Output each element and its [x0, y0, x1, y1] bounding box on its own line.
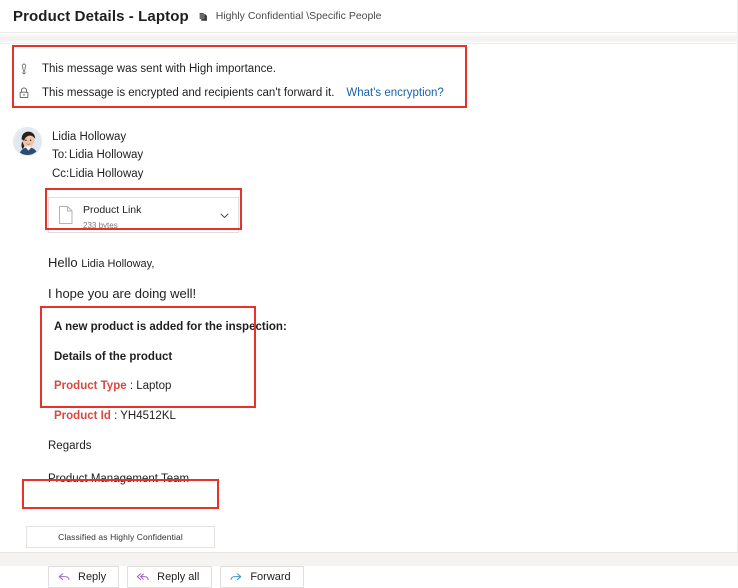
product-details-block: A new product is added for the inspectio… [54, 321, 738, 423]
reply-arrow-icon [57, 571, 71, 583]
message-body: Hello Lidia Holloway, I hope you are doi… [0, 233, 738, 485]
chevron-down-icon[interactable] [218, 209, 231, 222]
padlock-icon [16, 85, 32, 101]
detail-row-product-type: Product Type : Laptop [54, 380, 738, 393]
cc-label: Cc: [52, 168, 70, 180]
intro-paragraph: I hope you are doing well! [48, 286, 197, 301]
product-type-separator: : [126, 380, 137, 393]
reply-all-button[interactable]: Reply all [127, 565, 213, 588]
sender-lines: Lidia Holloway To: Lidia Holloway Cc:Lidi… [52, 127, 143, 184]
detail-row-product-id: Product Id : YH4512KL [54, 410, 738, 423]
product-id-separator: : [110, 409, 121, 422]
file-document-icon [58, 205, 74, 225]
sensitivity-label-group: Highly Confidential \Specific People [198, 10, 382, 23]
encryption-text: This message is encrypted and recipients… [42, 87, 335, 99]
attachment-card[interactable]: Product Link 233 bytes [48, 197, 239, 233]
reply-button-label: Reply [78, 570, 107, 583]
sender-name: Lidia Holloway [52, 131, 127, 143]
page-title: Product Details - Laptop [13, 7, 189, 25]
exclamation-icon [16, 61, 32, 77]
product-type-label: Product Type [54, 380, 127, 393]
sensitivity-label-text: Highly Confidential \Specific People [215, 10, 382, 22]
forward-button[interactable]: Forward [220, 565, 304, 588]
details-subheading: Details of the product [54, 350, 173, 363]
message-banner: This message was sent with High importan… [0, 51, 738, 113]
classification-text: Classified as Highly Confidential [58, 531, 183, 542]
reply-button[interactable]: Reply [48, 565, 120, 588]
banner-row-importance: This message was sent with High importan… [16, 57, 724, 81]
sensitivity-shield-icon [198, 11, 211, 24]
product-type-value: Laptop [136, 380, 172, 393]
attachment-meta: Product Link 233 bytes [83, 200, 218, 230]
product-id-value: YH4512KL [120, 409, 176, 422]
to-label: To: [52, 149, 68, 161]
sender-avatar-photo[interactable] [13, 127, 42, 156]
whats-encryption-link[interactable]: What's encryption? [346, 87, 443, 99]
product-id-label: Product Id [54, 409, 111, 422]
importance-text: This message was sent with High importan… [42, 63, 276, 75]
reply-all-button-label: Reply all [157, 570, 200, 583]
sender-block: Lidia Holloway To: Lidia Holloway Cc:Lidi… [0, 113, 738, 184]
reply-all-arrow-icon [136, 571, 150, 583]
cc-line: Cc:Lidia Holloway [52, 165, 143, 184]
signature-line: Product Management Team [48, 472, 190, 485]
signoff-line: Regards [48, 439, 92, 452]
window-bottom-bar [0, 552, 738, 566]
message-header: Product Details - Laptop Highly Confiden… [0, 0, 738, 32]
header-divider [0, 32, 738, 44]
greeting-line: Hello Lidia Holloway, [48, 255, 738, 270]
forward-button-label: Forward [250, 570, 291, 583]
to-line: To: Lidia Holloway [52, 146, 143, 165]
cc-value: Lidia Holloway [69, 168, 144, 180]
attachment-area: Product Link 233 bytes [0, 184, 738, 233]
greeting-name: Lidia Holloway, [81, 258, 155, 270]
to-value: Lidia Holloway [69, 149, 144, 161]
banner-row-encryption: This message is encrypted and recipients… [16, 81, 724, 105]
forward-arrow-icon [229, 571, 243, 583]
details-heading: A new product is added for the inspectio… [54, 321, 287, 333]
attachment-name: Product Link [83, 204, 142, 217]
greeting-prefix: Hello [48, 255, 82, 270]
classification-area: Classified as Highly Confidential [0, 506, 738, 548]
classification-badge: Classified as Highly Confidential [26, 525, 215, 548]
attachment-size: 233 bytes [83, 220, 118, 230]
